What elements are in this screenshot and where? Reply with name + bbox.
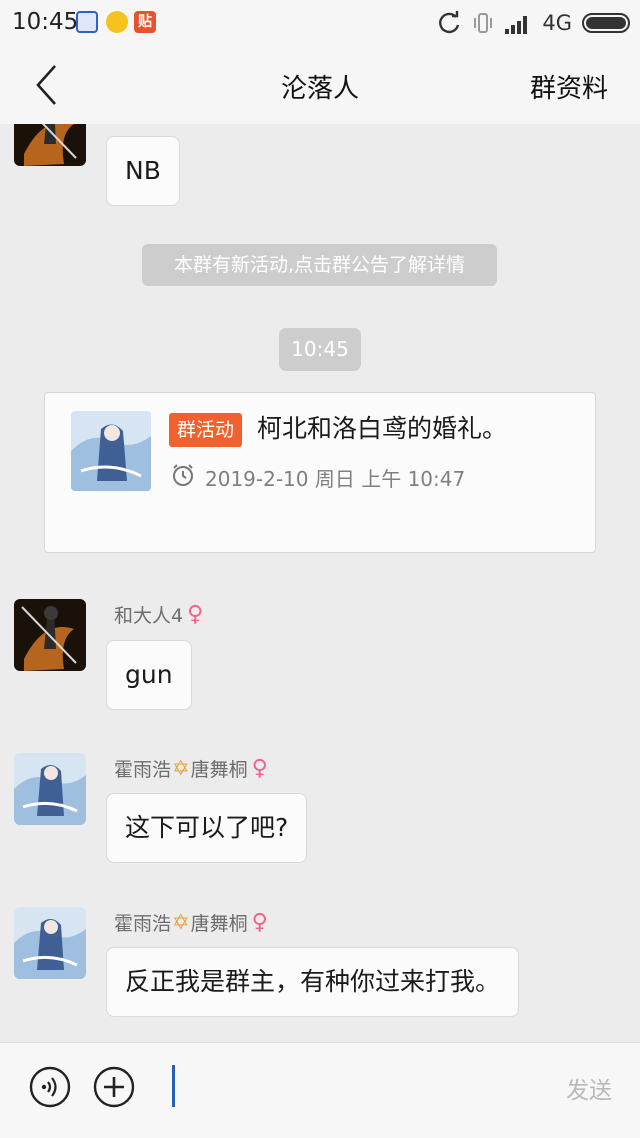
message-input[interactable] <box>162 1059 542 1115</box>
sender-name: 霍雨浩 ✡ 唐舞桐 ♀ <box>114 908 268 936</box>
status-right: 4G <box>436 9 630 37</box>
anime-girl-avatar-icon <box>14 907 86 979</box>
anime-girl-avatar-icon <box>14 753 86 825</box>
network-type: 4G <box>542 11 572 35</box>
dark-warrior-avatar-icon <box>14 124 86 166</box>
text-cursor <box>172 1065 175 1107</box>
event-datetime: 2019-2-10 周日 上午 10:47 <box>205 467 466 491</box>
avatar[interactable] <box>14 599 86 671</box>
signal-icon <box>505 16 528 34</box>
event-tag: 群活动 <box>169 413 243 447</box>
sync-icon <box>439 11 460 34</box>
sender-name-text: 霍雨浩 <box>114 758 172 781</box>
yellow-app-icon <box>106 11 128 33</box>
anime-girl-image-icon <box>71 411 151 491</box>
sender-name-text: 唐舞桐 <box>190 912 248 935</box>
message-bubble[interactable]: 反正我是群主，有种你过来打我。 <box>106 947 520 1017</box>
send-button[interactable]: 发送 <box>566 1071 612 1105</box>
sender-name-text: 霍雨浩 <box>114 912 172 935</box>
group-activity-notice[interactable]: 本群有新活动,点击群公告了解详情 <box>142 244 497 286</box>
star-of-david-icon: ✡ <box>172 910 190 934</box>
vibrate-icon <box>474 13 493 33</box>
chat-header: 沦落人 群资料 <box>0 46 640 124</box>
message-bubble[interactable]: NB <box>106 136 180 206</box>
chat-message-list[interactable]: NB 本群有新活动,点击群公告了解详情 10:45 群活动 柯北和洛白鸢的婚礼。… <box>0 124 640 1042</box>
message-input-bar: 发送 <box>0 1042 640 1138</box>
group-event-card[interactable]: 群活动 柯北和洛白鸢的婚礼。 2019-2-10 周日 上午 10:47 <box>44 392 596 553</box>
tieba-app-icon: 贴 <box>134 11 156 33</box>
group-info-button[interactable]: 群资料 <box>530 68 608 105</box>
sender-name-text: 唐舞桐 <box>190 758 248 781</box>
message-bubble[interactable]: 这下可以了吧? <box>106 793 308 863</box>
avatar[interactable] <box>14 124 86 166</box>
sender-name: 和大人4 ♀ <box>114 600 203 628</box>
battery-icon <box>582 13 630 33</box>
more-options-button[interactable] <box>93 1066 135 1108</box>
sender-name-text: 和大人4 <box>114 604 184 627</box>
voice-icon <box>29 1066 71 1108</box>
status-time: 10:45 <box>12 9 79 35</box>
female-gender-icon: ♀ <box>187 601 204 627</box>
message-bubble[interactable]: gun <box>106 640 192 710</box>
star-of-david-icon: ✡ <box>172 756 190 780</box>
message-timestamp: 10:45 <box>279 328 361 371</box>
female-gender-icon: ♀ <box>251 755 268 781</box>
event-thumbnail <box>71 411 151 491</box>
clock-icon <box>173 464 193 486</box>
event-title: 柯北和洛白鸢的婚礼。 <box>257 414 508 443</box>
dark-warrior-avatar-icon <box>14 599 86 671</box>
avatar[interactable] <box>14 907 86 979</box>
status-bar: 10:45 贴 4G <box>0 0 640 46</box>
blue-app-icon <box>76 11 98 33</box>
sender-name: 霍雨浩 ✡ 唐舞桐 ♀ <box>114 754 268 782</box>
avatar[interactable] <box>14 753 86 825</box>
plus-icon <box>93 1066 135 1108</box>
voice-button[interactable] <box>29 1066 71 1108</box>
female-gender-icon: ♀ <box>251 909 268 935</box>
